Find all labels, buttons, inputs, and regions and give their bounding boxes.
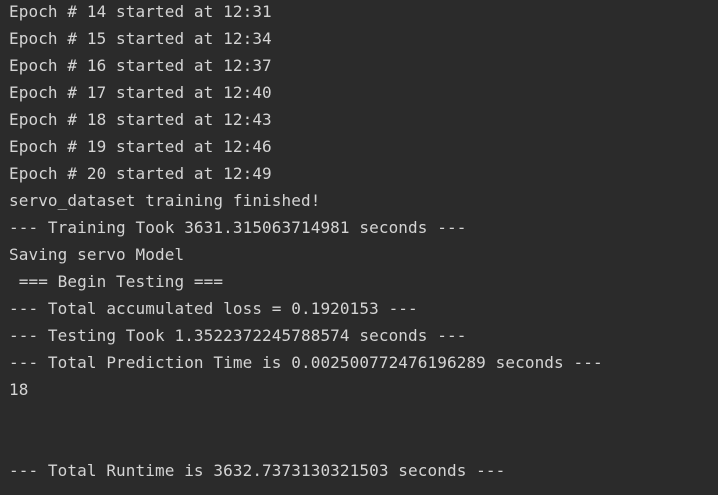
console-line: === Begin Testing ===: [9, 272, 224, 291]
console-line: Saving servo Model: [9, 245, 185, 264]
console-line: 18: [9, 380, 29, 399]
console-line: Epoch # 20 started at 12:49: [9, 164, 272, 183]
console-line: Epoch # 16 started at 12:37: [9, 56, 272, 75]
console-line: Epoch # 18 started at 12:43: [9, 110, 272, 129]
console-line: --- Total Runtime is 3632.7373130321503 …: [9, 461, 506, 480]
console-line: --- Total Prediction Time is 0.002500772…: [9, 353, 603, 372]
console-line: Epoch # 17 started at 12:40: [9, 83, 272, 102]
console-line: --- Testing Took 1.3522372245788574 seco…: [9, 326, 467, 345]
console-line: Epoch # 19 started at 12:46: [9, 137, 272, 156]
console-line: Epoch # 15 started at 12:34: [9, 29, 272, 48]
console-line: servo_dataset training finished!: [9, 191, 321, 210]
console-line: Epoch # 14 started at 12:31: [9, 2, 272, 21]
console-line: --- Training Took 3631.315063714981 seco…: [9, 218, 467, 237]
console-output: Epoch # 14 started at 12:31 Epoch # 15 s…: [0, 0, 718, 495]
console-line: --- Total accumulated loss = 0.1920153 -…: [9, 299, 418, 318]
